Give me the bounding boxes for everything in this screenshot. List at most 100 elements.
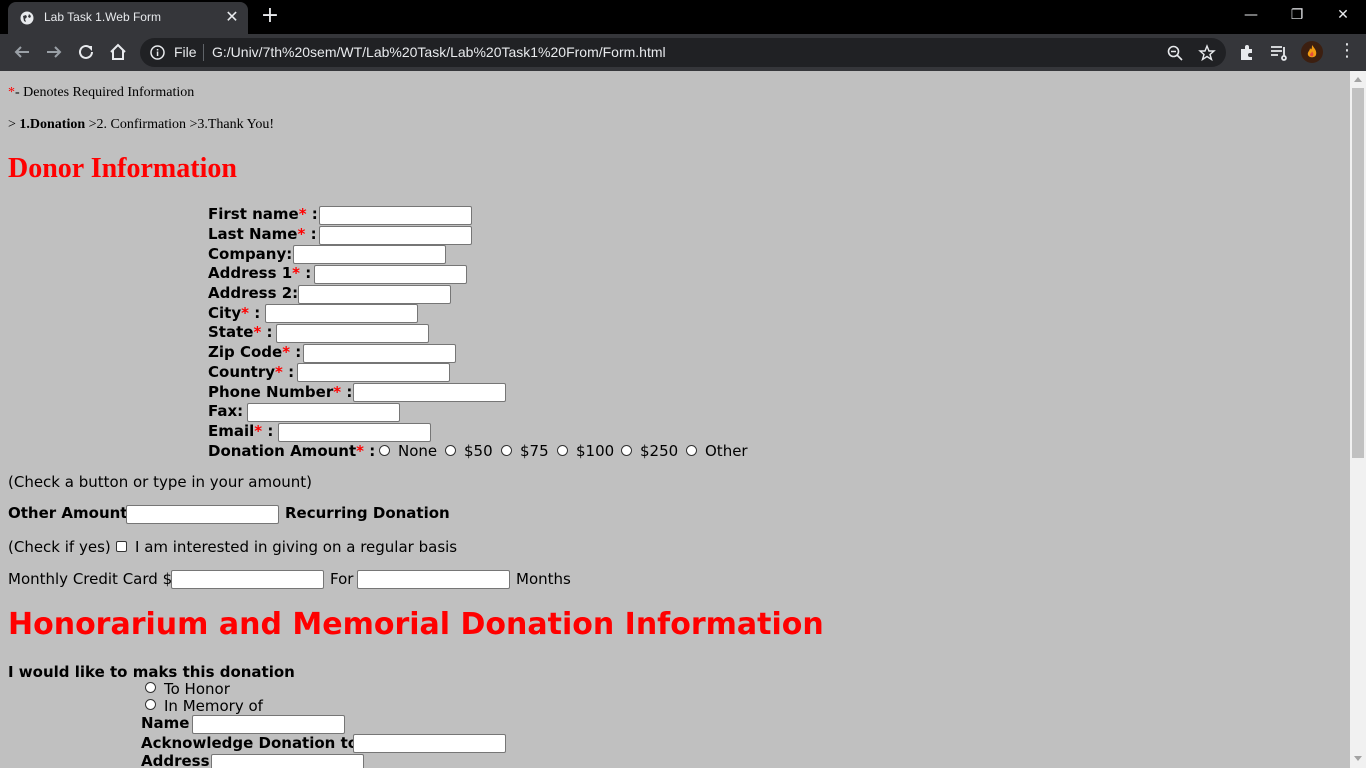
amount-radio-none[interactable] bbox=[379, 445, 390, 456]
reload-icon[interactable] bbox=[75, 41, 97, 63]
browser-tab[interactable]: Lab Task 1.Web Form ✕ bbox=[8, 2, 248, 34]
required-star: * bbox=[254, 422, 263, 440]
amount-option-label: None bbox=[398, 442, 438, 460]
for-label: For bbox=[330, 570, 354, 588]
required-star: * bbox=[292, 264, 301, 282]
honoree-address-input[interactable] bbox=[211, 754, 364, 768]
address1-input[interactable] bbox=[314, 265, 467, 284]
company-input[interactable] bbox=[293, 245, 446, 264]
months-label: Months bbox=[516, 570, 571, 588]
amount-radio-250[interactable] bbox=[621, 445, 632, 456]
city-label: City* : bbox=[208, 304, 260, 322]
restore-icon[interactable]: ❐ bbox=[1274, 0, 1320, 30]
bookmark-star-icon[interactable] bbox=[1198, 44, 1216, 62]
donation-amount-text: Donation Amount bbox=[208, 442, 357, 460]
required-star: * bbox=[241, 304, 249, 322]
back-icon[interactable] bbox=[11, 41, 33, 63]
required-star: * bbox=[8, 85, 15, 100]
other-amount-label: Other Amount bbox=[8, 504, 128, 522]
info-icon[interactable] bbox=[150, 45, 165, 60]
amount-option-label: $50 bbox=[464, 442, 493, 460]
other-amount-input[interactable] bbox=[126, 505, 279, 524]
in-memory-radio[interactable] bbox=[145, 699, 156, 710]
address-bar[interactable]: File G:/Univ/7th%20sem/WT/Lab%20Task/Lab… bbox=[140, 38, 1226, 67]
last-name-input[interactable] bbox=[319, 226, 472, 245]
country-label: Country* : bbox=[208, 363, 294, 381]
fax-input[interactable] bbox=[247, 403, 400, 422]
recurring-label: Recurring Donation bbox=[285, 504, 450, 522]
close-tab-icon[interactable]: ✕ bbox=[224, 9, 240, 25]
to-honor-radio[interactable] bbox=[145, 682, 156, 693]
company-label: Company: bbox=[208, 245, 293, 263]
regular-basis-checkbox[interactable] bbox=[116, 541, 127, 552]
zip-text: Zip Code bbox=[208, 343, 283, 361]
address2-label: Address 2: bbox=[208, 284, 299, 302]
honoree-name-label: Name bbox=[141, 714, 190, 732]
months-input[interactable] bbox=[357, 570, 510, 589]
extensions-icon[interactable] bbox=[1237, 42, 1257, 62]
label-colon: : bbox=[300, 264, 312, 282]
label-colon: : bbox=[282, 363, 295, 381]
address1-label: Address 1* : bbox=[208, 264, 311, 282]
donation-amount-label: Donation Amount* : bbox=[208, 442, 375, 460]
menu-kebab-icon[interactable]: ⋮ bbox=[1338, 42, 1356, 60]
forward-icon[interactable] bbox=[43, 41, 65, 63]
label-colon: : bbox=[262, 422, 274, 440]
country-input[interactable] bbox=[297, 363, 450, 382]
new-tab-icon[interactable]: + bbox=[260, 5, 280, 27]
page-content: *- Denotes Required Information > 1.Dona… bbox=[0, 71, 1350, 768]
tab-strip: Lab Task 1.Web Form ✕ + — ❐ ✕ bbox=[0, 0, 1366, 34]
zip-input[interactable] bbox=[303, 344, 456, 363]
required-star: * bbox=[298, 205, 307, 223]
window-close-icon[interactable]: ✕ bbox=[1320, 0, 1366, 30]
scroll-down-icon[interactable] bbox=[1354, 756, 1362, 761]
phone-input[interactable] bbox=[353, 383, 506, 402]
steps-prefix: > bbox=[8, 117, 16, 132]
required-note: *- Denotes Required Information bbox=[8, 85, 194, 101]
minimize-icon[interactable]: — bbox=[1228, 0, 1274, 30]
address2-input[interactable] bbox=[298, 285, 451, 304]
monthly-amount-input[interactable] bbox=[171, 570, 324, 589]
label-colon: : bbox=[248, 304, 261, 322]
scroll-up-icon[interactable] bbox=[1354, 77, 1362, 82]
country-text: Country bbox=[208, 363, 276, 381]
required-star: * bbox=[333, 383, 342, 401]
step-current: 1.Donation bbox=[19, 117, 86, 132]
browser-toolbar: File G:/Univ/7th%20sem/WT/Lab%20Task/Lab… bbox=[0, 34, 1366, 71]
honoree-name-input[interactable] bbox=[192, 715, 345, 734]
label-colon: : bbox=[290, 343, 302, 361]
fax-label: Fax: bbox=[208, 402, 244, 420]
page-scrollbar[interactable] bbox=[1350, 71, 1366, 768]
amount-option-label: Other bbox=[705, 442, 748, 460]
to-honor-label: To Honor bbox=[164, 680, 230, 698]
city-input[interactable] bbox=[265, 304, 418, 323]
scroll-thumb[interactable] bbox=[1352, 88, 1364, 458]
last-name-label: Last Name* : bbox=[208, 225, 317, 243]
address1-text: Address 1 bbox=[208, 264, 293, 282]
media-queue-icon[interactable] bbox=[1269, 42, 1289, 62]
amount-radio-50[interactable] bbox=[445, 445, 456, 456]
browser-chrome: Lab Task 1.Web Form ✕ + — ❐ ✕ File G:/Un… bbox=[0, 0, 1366, 71]
last-name-text: Last Name bbox=[208, 225, 298, 243]
amount-radio-100[interactable] bbox=[557, 445, 568, 456]
amount-radio-other[interactable] bbox=[686, 445, 697, 456]
profile-avatar[interactable] bbox=[1301, 41, 1323, 63]
zip-label: Zip Code* : bbox=[208, 343, 301, 361]
state-input[interactable] bbox=[276, 324, 429, 343]
address-separator bbox=[203, 44, 204, 61]
label-colon: : bbox=[261, 323, 273, 341]
zoom-icon[interactable] bbox=[1166, 44, 1184, 62]
state-text: State bbox=[208, 323, 254, 341]
amount-radio-75[interactable] bbox=[501, 445, 512, 456]
url-text[interactable]: G:/Univ/7th%20sem/WT/Lab%20Task/Lab%20Ta… bbox=[212, 44, 666, 60]
required-star: * bbox=[282, 343, 291, 361]
phone-label: Phone Number* : bbox=[208, 383, 352, 401]
home-icon[interactable] bbox=[107, 41, 129, 63]
acknowledge-input[interactable] bbox=[353, 734, 506, 753]
progress-steps: > 1.Donation >2. Confirmation >3.Thank Y… bbox=[8, 117, 274, 133]
email-input[interactable] bbox=[278, 423, 431, 442]
in-memory-label: In Memory of bbox=[164, 697, 263, 715]
first-name-input[interactable] bbox=[319, 206, 472, 225]
tab-title: Lab Task 1.Web Form bbox=[44, 10, 161, 24]
first-name-label: First name* : bbox=[208, 205, 318, 223]
